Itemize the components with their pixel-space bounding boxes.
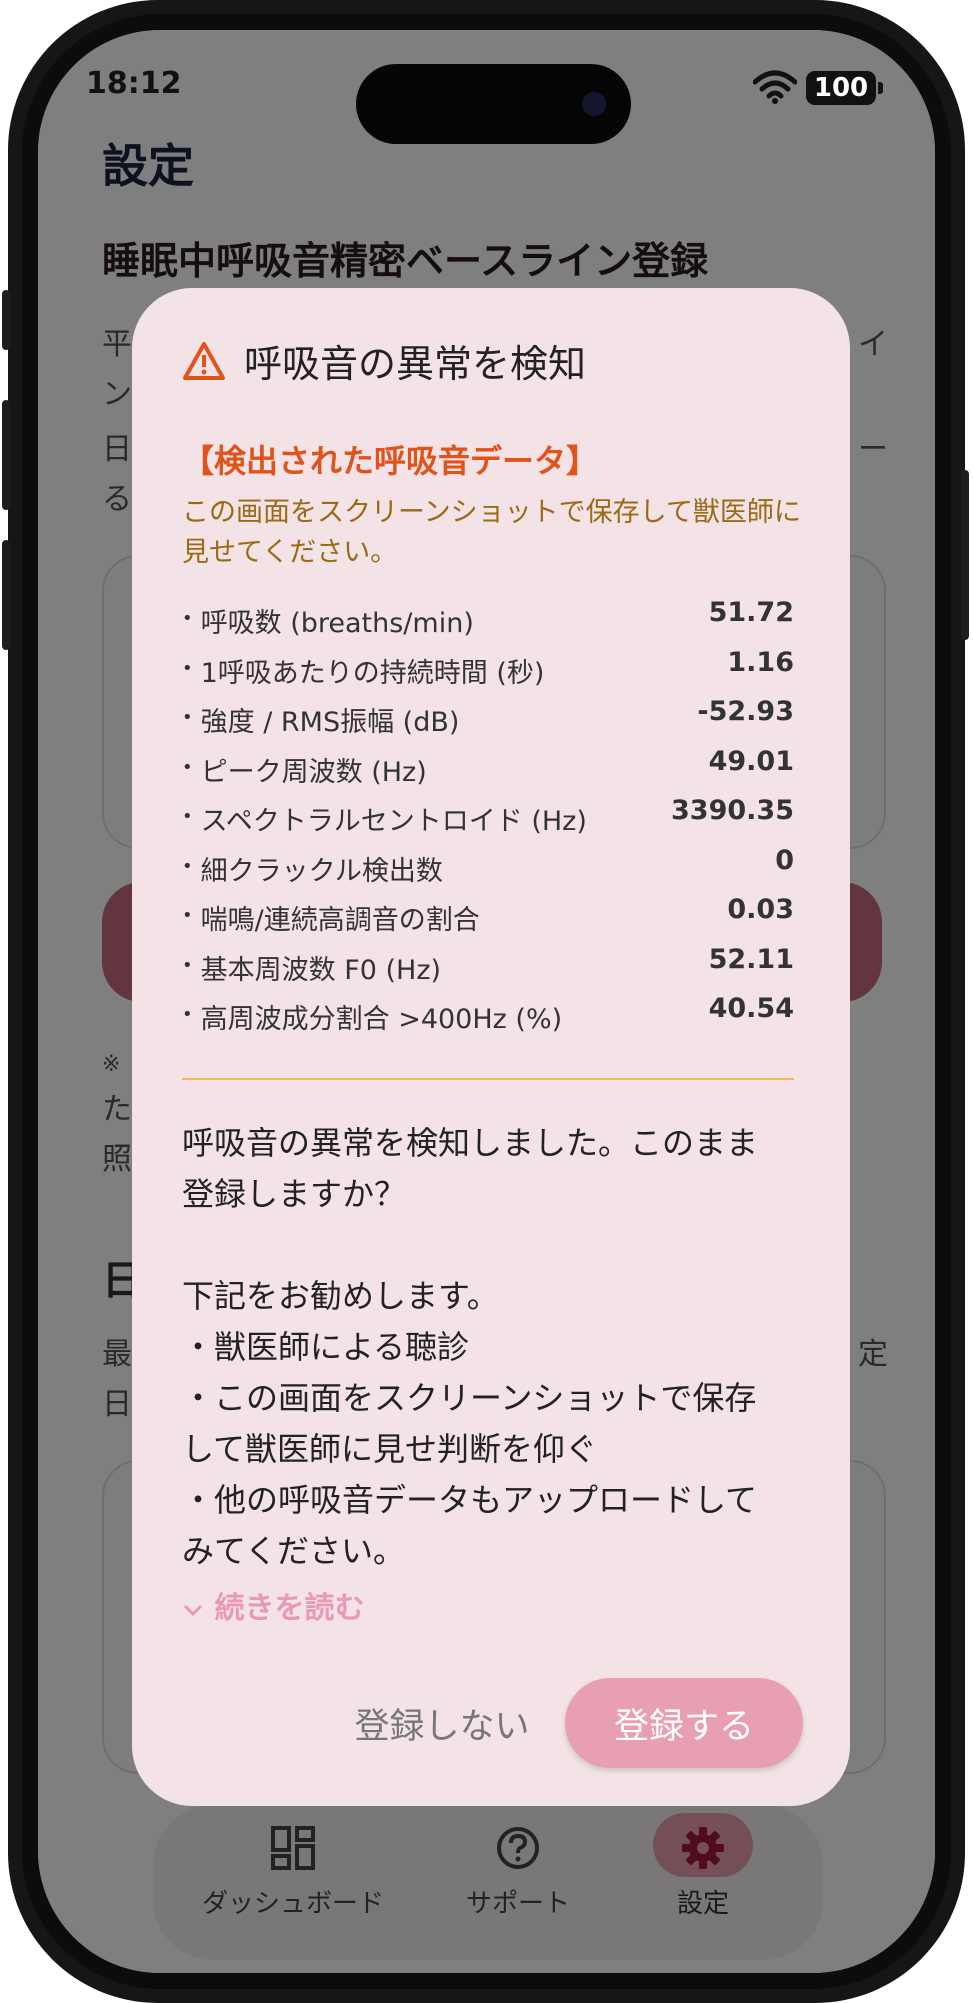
metric-value: 49.01 [708, 745, 794, 777]
volume-up-button [2, 400, 10, 510]
battery-indicator: 100 [806, 71, 876, 105]
status-time: 18:12 [86, 66, 182, 101]
warning-icon [183, 341, 225, 380]
camera-dot [582, 92, 606, 116]
message-line: ・この画面をスクリーンショットで保存 [182, 1379, 757, 1417]
divider [182, 1078, 794, 1080]
message-line: して獣医師に見せ判断を仰ぐ [182, 1430, 598, 1468]
action-button [2, 290, 10, 350]
screenshot-instruction: この画面をスクリーンショットで保存して獣医師に見せてください。 [182, 497, 801, 568]
metric-row: 呼吸数 (breaths/min) 51.72 [182, 593, 794, 643]
metric-label: 基本周波数 F0 (Hz) [182, 948, 441, 987]
metric-label: 1呼吸あたりの持続時間 (秒) [182, 651, 545, 690]
metric-row: 細クラックル検出数 0 [182, 841, 794, 891]
metric-row: スペクトラルセントロイド (Hz) 3390.35 [182, 791, 794, 841]
metric-label: 高周波成分割合 >400Hz (%) [182, 997, 563, 1036]
battery-tip [878, 82, 883, 94]
message-line: ・獣医師による聴診 [182, 1328, 470, 1366]
metric-value: 0 [775, 844, 794, 876]
power-button [961, 470, 969, 640]
metric-label: 喘鳴/連続高調音の割合 [182, 898, 480, 937]
volume-down-button [2, 540, 10, 650]
metric-row: 高周波成分割合 >400Hz (%) 40.54 [182, 989, 794, 1039]
metric-row: 1呼吸あたりの持続時間 (秒) 1.16 [182, 643, 794, 693]
message-line: 登録しますか？ [182, 1175, 407, 1213]
metric-row: 強度 / RMS振幅 (dB) -52.93 [182, 692, 794, 742]
chevron-down-icon [183, 1604, 203, 1616]
metric-value: 1.16 [727, 646, 794, 678]
metric-row: 喘鳴/連続高調音の割合 0.03 [182, 890, 794, 940]
metric-value: 40.54 [708, 993, 794, 1024]
metric-label: 強度 / RMS振幅 (dB) [182, 700, 460, 739]
metric-value: -52.93 [697, 696, 794, 727]
metric-label: スペクトラルセントロイド (Hz) [182, 799, 587, 838]
dialog-header: 呼吸音の異常を検知 [182, 333, 586, 388]
metric-label: 細クラックル検出数 [182, 849, 443, 888]
message-line: 下記をお勧めします。 [182, 1277, 499, 1315]
message-line: ・他の呼吸音データもアップロードして [182, 1481, 758, 1519]
register-button[interactable]: 登録する [565, 1678, 803, 1768]
cancel-button[interactable]: 登録しない [332, 1683, 552, 1763]
metric-row: ピーク周波数 (Hz) 49.01 [182, 742, 794, 792]
metrics-list: 呼吸数 (breaths/min) 51.72 1呼吸あたりの持続時間 (秒) 1.… [182, 593, 794, 1039]
message-line [182, 1220, 802, 1271]
metric-label: ピーク周波数 (Hz) [182, 750, 427, 789]
screen: 設定 睡眠中呼吸音精密ベースライン登録 平 イ ン 日 ー る ※ た 照 日 … [38, 30, 935, 1973]
alert-dialog: 呼吸音の異常を検知 【検出された呼吸音データ】 この画面をスクリーンショットで保… [132, 288, 850, 1806]
metric-value: 51.72 [708, 597, 794, 628]
read-more-link[interactable]: 続きを読む [182, 1583, 364, 1627]
phone-frame: 設定 睡眠中呼吸音精密ベースライン登録 平 イ ン 日 ー る ※ た 照 日 … [2, 0, 969, 2003]
metric-value: 52.11 [708, 943, 794, 975]
message-line: 呼吸音の異常を検知しました。このまま [182, 1124, 759, 1162]
dialog-title: 呼吸音の異常を検知 [244, 342, 587, 386]
message-line: みてください。 [182, 1532, 406, 1570]
metric-value: 3390.35 [671, 795, 794, 826]
dynamic-island [356, 64, 631, 144]
metric-value: 0.03 [727, 894, 794, 925]
dialog-message: 呼吸音の異常を検知しました。このまま 登録しますか？ 下記をお勧めします。 ・獣… [182, 1118, 802, 1577]
metric-row: 基本周波数 F0 (Hz) 52.11 [182, 940, 794, 990]
detected-data-heading: 【検出された呼吸音データ】 [182, 442, 599, 480]
metric-label: 呼吸数 (breaths/min) [182, 601, 474, 640]
read-more-label: 続きを読む [214, 1591, 365, 1626]
wifi-icon [753, 70, 797, 104]
